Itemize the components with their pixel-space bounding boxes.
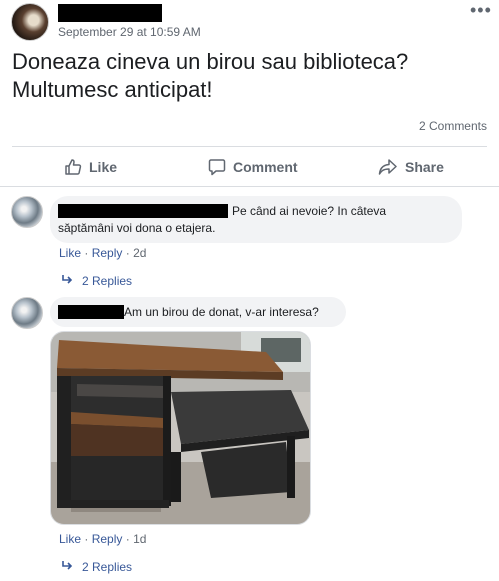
comment-button[interactable]: Comment bbox=[208, 155, 298, 179]
comment-like-link[interactable]: Like bbox=[59, 532, 81, 546]
view-replies-link[interactable]: 2 Replies bbox=[62, 560, 132, 574]
comment-reply-link[interactable]: Reply bbox=[92, 532, 123, 546]
replies-label: 2 Replies bbox=[82, 274, 133, 288]
reply-arrow-icon bbox=[62, 560, 74, 574]
share-label: Share bbox=[405, 159, 444, 175]
replies-label: 2 Replies bbox=[82, 560, 133, 574]
redacted-author-name bbox=[58, 4, 162, 22]
comment-reply-link[interactable]: Reply bbox=[92, 246, 123, 260]
share-button[interactable]: Share bbox=[378, 155, 444, 179]
comment-bubble: Am un birou de donat, v-ar interesa? bbox=[50, 297, 346, 327]
comment-label: Comment bbox=[233, 159, 298, 175]
like-button[interactable]: Like bbox=[64, 155, 117, 179]
commenter-avatar[interactable] bbox=[11, 297, 43, 329]
separator: · bbox=[84, 532, 89, 546]
comment-meta: Like · Reply · 1d bbox=[59, 532, 146, 546]
divider bbox=[12, 146, 487, 147]
view-replies-link[interactable]: 2 Replies bbox=[62, 274, 132, 288]
comment-photo-desk[interactable] bbox=[50, 331, 311, 525]
reply-arrow-icon bbox=[62, 274, 74, 288]
separator: · bbox=[84, 246, 89, 260]
commenter-avatar[interactable] bbox=[11, 196, 43, 228]
comment-text-part-1: Pe când ai nevoie? In câteva bbox=[232, 204, 387, 218]
post-timestamp[interactable]: September 29 at 10:59 AM bbox=[58, 25, 201, 39]
comment-bubble-icon bbox=[208, 158, 226, 176]
post-text-line-2: Multumesc anticipat! bbox=[12, 77, 213, 102]
post-author-avatar[interactable] bbox=[11, 3, 49, 41]
comments-count-link[interactable]: 2 Comments bbox=[419, 119, 487, 133]
comment-time[interactable]: 2d bbox=[133, 246, 146, 260]
share-arrow-icon bbox=[378, 158, 398, 176]
separator: · bbox=[125, 532, 130, 546]
like-label: Like bbox=[89, 159, 118, 175]
comment-like-link[interactable]: Like bbox=[59, 246, 81, 260]
comment-meta: Like · Reply · 2d bbox=[59, 246, 146, 260]
post-text-line-1: Doneaza cineva un birou sau biblioteca? bbox=[12, 49, 409, 74]
comment-text-part-2: săptămâni voi dona o etajera. bbox=[58, 221, 216, 235]
desk-photo bbox=[51, 332, 310, 524]
post-text: Doneaza cineva un birou sau biblioteca? … bbox=[12, 48, 492, 104]
comment-bubble: Pe când ai nevoie? In câteva săptămâni v… bbox=[50, 196, 462, 243]
redacted-commenter-name bbox=[58, 204, 228, 218]
separator: · bbox=[125, 246, 130, 260]
thumbs-up-icon bbox=[64, 158, 82, 176]
comment-text: Am un birou de donat, v-ar interesa? bbox=[124, 305, 319, 319]
redacted-commenter-name bbox=[58, 305, 124, 319]
more-options-icon[interactable]: ••• bbox=[470, 0, 492, 21]
comment-time[interactable]: 1d bbox=[133, 532, 146, 546]
divider bbox=[0, 186, 499, 187]
